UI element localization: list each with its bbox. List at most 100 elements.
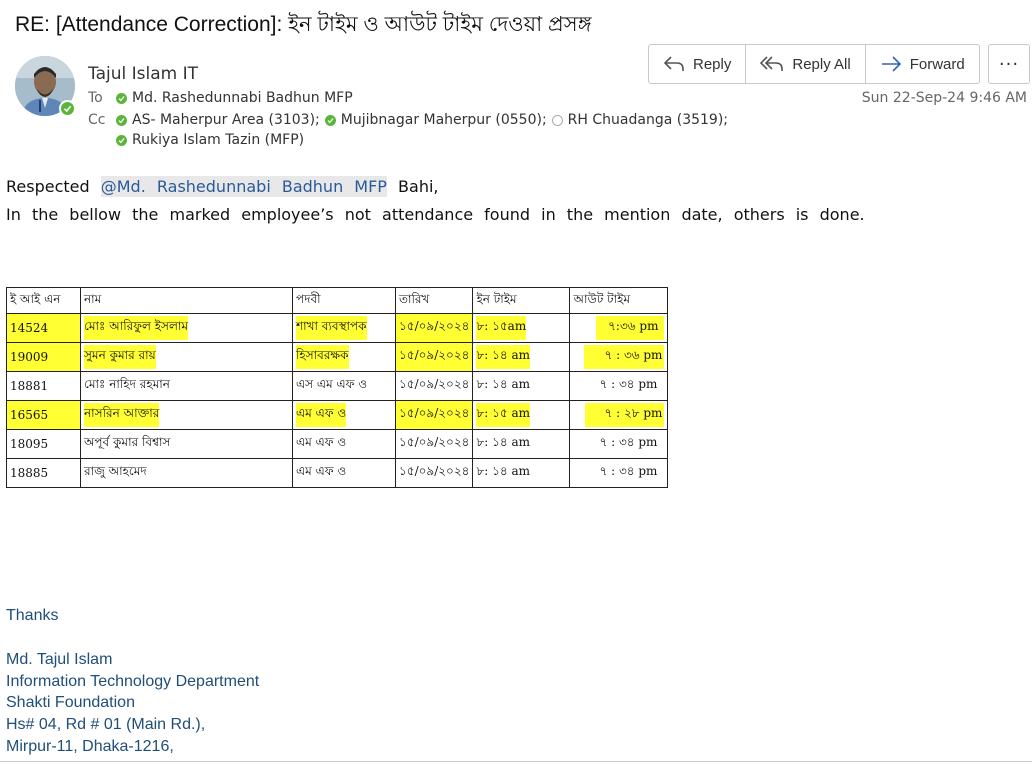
table-cell: ১৫/০৯/২০২৪ — [394, 371, 474, 401]
table-cell: ৭:৩৬ pm — [569, 313, 669, 343]
table-cell: ৭ : ৩৪ pm — [569, 458, 669, 488]
sender-presence-icon — [59, 100, 76, 117]
forward-icon — [881, 56, 901, 72]
table-cell: নাসরিন আক্তার — [80, 400, 293, 430]
table-cell: রাজু আহমেদ — [80, 458, 293, 488]
table-cell: ৮: ১৪ am — [472, 458, 571, 488]
to-recipients: Md. Rashedunnabi Badhun MFP — [116, 90, 353, 106]
forward-button[interactable]: Forward — [866, 45, 979, 83]
greeting-prefix: Respected — [6, 177, 90, 196]
signature-thanks: Thanks — [6, 607, 59, 624]
attendance-table: ই আই এন নাম পদবী তারিখ ইন টাইম আউট টাইম … — [6, 287, 669, 488]
sent-date: Sun 22-Sep-24 9:46 AM — [861, 90, 1027, 106]
table-cell: সুমন কুমার রায় — [80, 342, 293, 372]
table-cell: ৮: ১৫am — [472, 313, 571, 343]
cell-text: ৮: ১৫ am — [476, 403, 531, 427]
reply-label: Reply — [693, 55, 732, 73]
to-label: To — [88, 90, 103, 106]
reply-all-icon — [760, 56, 784, 71]
presence-offline-icon — [551, 114, 563, 126]
table-cell: 18881 — [6, 371, 81, 401]
presence-available-icon — [116, 134, 127, 146]
reply-button[interactable]: Reply — [649, 45, 747, 83]
table-row: 18885 রাজু আহমেদ এম এফ ও ১৫/০৯/২০২৪ ৮: ১… — [6, 458, 669, 488]
table-cell: ৭ : ২৮ pm — [569, 400, 669, 430]
table-row: 16565 নাসরিন আক্তার এম এফ ও ১৫/০৯/২০২৪ ৮… — [6, 400, 669, 430]
table-row: 14524 মোঃ আরিফুল ইসলাম শাখা ব্যবস্থাপক ১… — [6, 313, 669, 343]
table-cell: ৭ : ৩৪ pm — [569, 371, 669, 401]
table-cell: ৮: ১৫ am — [472, 400, 571, 430]
table-cell: ৮: ১৪ am — [472, 342, 571, 372]
email-subject: RE: [Attendance Correction]: ইন টাইম ও আ… — [15, 13, 592, 36]
table-cell: ১৫/০৯/২০২৪ — [394, 342, 474, 372]
more-icon: ··· — [998, 53, 1020, 75]
table-cell: অপূর্ব কুমার বিশ্বাস — [80, 429, 293, 459]
table-row: 18881 মোঃ নাহিদ রহমান এস এম এফ ও ১৫/০৯/২… — [6, 371, 669, 401]
body-line-2: In the bellow the marked employee’s not … — [6, 205, 865, 224]
message-actions: Reply Reply All Forward — [648, 44, 980, 84]
table-cell: 14524 — [6, 313, 81, 343]
recipient[interactable]: Mujibnagar Maherpur (0550); — [341, 112, 547, 128]
table-cell: 19009 — [6, 342, 81, 372]
table-cell: 18885 — [6, 458, 81, 488]
cell-text: মোঃ আরিফুল ইসলাম — [84, 316, 189, 340]
presence-available-icon — [324, 114, 336, 126]
table-row: 18095 অপূর্ব কুমার বিশ্বাস এম এফ ও ১৫/০৯… — [6, 429, 669, 459]
table-cell: মোঃ নাহিদ রহমান — [80, 371, 293, 401]
table-row: 19009 সুমন কুমার রায় হিসাবরক্ষক ১৫/০৯/২… — [6, 342, 669, 372]
table-header-cell: ইন টাইম — [472, 287, 571, 314]
forward-label: Forward — [909, 55, 965, 73]
cell-text: নাসরিন আক্তার — [84, 403, 160, 427]
cell-text: এম এফ ও — [296, 403, 347, 427]
table-cell: ১৫/০৯/২০২৪ — [394, 400, 474, 430]
table-cell: এম এফ ও — [292, 458, 396, 488]
table-cell: ৭ : ৩৪ pm — [569, 429, 669, 459]
cell-text: ৮: ১৪ am — [476, 345, 531, 369]
cell-text: ৭ : ২৮ pm — [584, 403, 665, 427]
cell-text: হিসাবরক্ষক — [296, 345, 349, 369]
divider — [0, 761, 1032, 762]
reply-icon — [663, 56, 684, 71]
cell-text: ৮: ১৫am — [476, 316, 527, 340]
recipient[interactable]: AS- Maherpur Area (3103); — [132, 112, 320, 128]
table-cell: 16565 — [6, 400, 81, 430]
cell-text: সুমন কুমার রায় — [84, 345, 156, 369]
table-cell: ১৫/০৯/২০২৪ — [394, 458, 474, 488]
greeting-suffix: Bahi, — [398, 177, 439, 196]
cc-label: Cc — [88, 112, 106, 128]
recipient[interactable]: Md. Rashedunnabi Badhun MFP — [132, 90, 353, 106]
table-cell: শাখা ব্যবস্থাপক — [292, 313, 396, 343]
sender-name[interactable]: Tajul Islam IT — [88, 64, 198, 84]
greeting-line: Respected @Md. Rashedunnabi Badhun MFP B… — [6, 176, 439, 197]
recipient[interactable]: RH Chuadanga (3519); — [568, 112, 728, 128]
reply-all-label: Reply All — [792, 55, 851, 73]
cell-text: শাখা ব্যবস্থাপক — [296, 316, 367, 340]
signature-name: Md. Tajul Islam — [6, 651, 113, 668]
table-header-cell: আউট টাইম — [569, 287, 669, 314]
table-cell: এম এফ ও — [292, 400, 396, 430]
cell-text: ৭ : ৩৬ pm — [584, 345, 665, 369]
table-cell: 18095 — [6, 429, 81, 459]
signature-address-1: Hs# 04, Rd # 01 (Main Rd.), — [6, 716, 206, 733]
table-cell: ১৫/০৯/২০২৪ — [394, 429, 474, 459]
table-cell: এম এফ ও — [292, 429, 396, 459]
signature-address-2: Mirpur-11, Dhaka-1216, — [6, 738, 174, 755]
table-cell: ১৫/০৯/২০২৪ — [394, 313, 474, 343]
presence-available-icon — [116, 92, 127, 104]
more-actions-button[interactable]: ··· — [988, 44, 1030, 84]
recipient[interactable]: Rukiya Islam Tazin (MFP) — [132, 132, 304, 148]
table-cell: ৮: ১৪ am — [472, 429, 571, 459]
table-cell: ৮: ১৪ am — [472, 371, 571, 401]
mention-link[interactable]: @Md. Rashedunnabi Badhun MFP — [100, 176, 387, 197]
signature-department: Information Technology Department — [6, 673, 260, 690]
reply-all-button[interactable]: Reply All — [746, 45, 866, 83]
table-cell: মোঃ আরিফুল ইসলাম — [80, 313, 293, 343]
cell-text: ৭:৩৬ pm — [596, 316, 665, 340]
table-header-row: ই আই এন নাম পদবী তারিখ ইন টাইম আউট টাইম — [6, 287, 669, 314]
table-header-cell: ই আই এন — [6, 287, 81, 314]
signature-org: Shakti Foundation — [6, 694, 135, 711]
table-cell: ৭ : ৩৬ pm — [569, 342, 669, 372]
cc-recipients-line-1: AS- Maherpur Area (3103); Mujibnagar Mah… — [116, 112, 728, 128]
table-header-cell: তারিখ — [394, 287, 474, 314]
table-cell: এস এম এফ ও — [292, 371, 396, 401]
